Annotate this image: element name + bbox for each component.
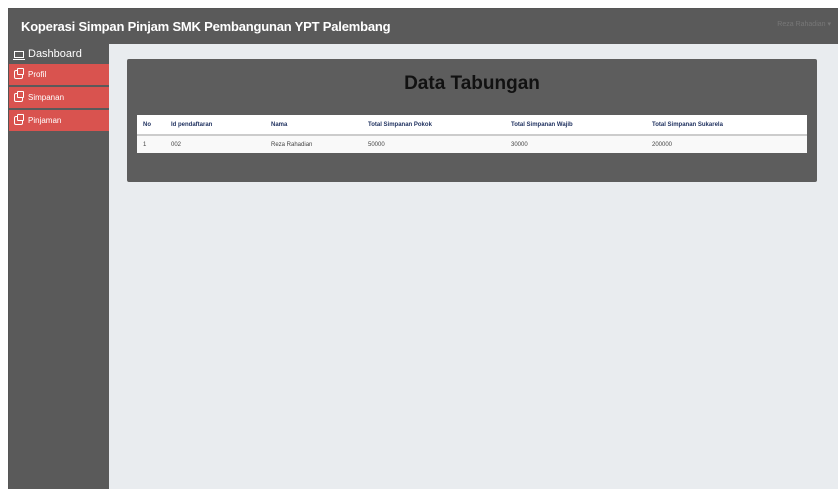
cell-nama: Reza Rahadian <box>265 135 362 153</box>
sidebar-item-label: Profil <box>28 70 47 79</box>
top-navbar: Koperasi Simpan Pinjam SMK Pembangunan Y… <box>9 9 838 44</box>
sidebar-item-label: Pinjaman <box>28 116 62 125</box>
brand-title[interactable]: Koperasi Simpan Pinjam SMK Pembangunan Y… <box>21 19 391 34</box>
copy-icon <box>14 114 24 125</box>
page-title: Data Tabungan <box>404 73 540 94</box>
column-header-simpanan-pokok: Total Simpanan Pokok <box>362 115 505 136</box>
cell-id-pendaftaran: 002 <box>165 135 265 153</box>
sidebar-item-profil[interactable]: Profil <box>9 64 109 85</box>
column-header-id-pendaftaran: Id pendaftaran <box>165 115 265 136</box>
tabungan-panel: Data Tabungan No Id pendaftaran Nama Tot… <box>127 59 817 182</box>
user-menu[interactable]: Reza Rahadian ▾ <box>777 20 831 28</box>
column-header-no: No <box>137 115 165 136</box>
cell-no: 1 <box>137 135 165 153</box>
tabungan-table: No Id pendaftaran Nama Total Simpanan Po… <box>137 115 807 153</box>
sidebar-item-label: Simpanan <box>28 93 65 102</box>
sidebar-item-dashboard[interactable]: Dashboard <box>9 44 109 64</box>
copy-icon <box>14 91 24 102</box>
column-header-nama: Nama <box>265 115 362 136</box>
sidebar-item-pinjaman[interactable]: Pinjaman <box>9 110 109 131</box>
cell-simpanan-pokok: 50000 <box>362 135 505 153</box>
column-header-simpanan-wajib: Total Simpanan Wajib <box>505 115 646 136</box>
column-header-simpanan-sukarela: Total Simpanan Sukarela <box>646 115 807 136</box>
copy-icon <box>14 68 24 79</box>
sidebar-item-label: Dashboard <box>28 48 82 60</box>
table-row: 1 002 Reza Rahadian 50000 30000 200000 <box>137 135 807 153</box>
table-header-row: No Id pendaftaran Nama Total Simpanan Po… <box>137 115 807 136</box>
cell-simpanan-sukarela: 200000 <box>646 135 807 153</box>
app-window: Koperasi Simpan Pinjam SMK Pembangunan Y… <box>8 8 838 489</box>
cell-simpanan-wajib: 30000 <box>505 135 646 153</box>
laptop-icon <box>13 50 25 60</box>
sidebar-item-simpanan[interactable]: Simpanan <box>9 87 109 108</box>
sidebar: Dashboard Profil Simpanan Pinjaman <box>9 44 109 489</box>
